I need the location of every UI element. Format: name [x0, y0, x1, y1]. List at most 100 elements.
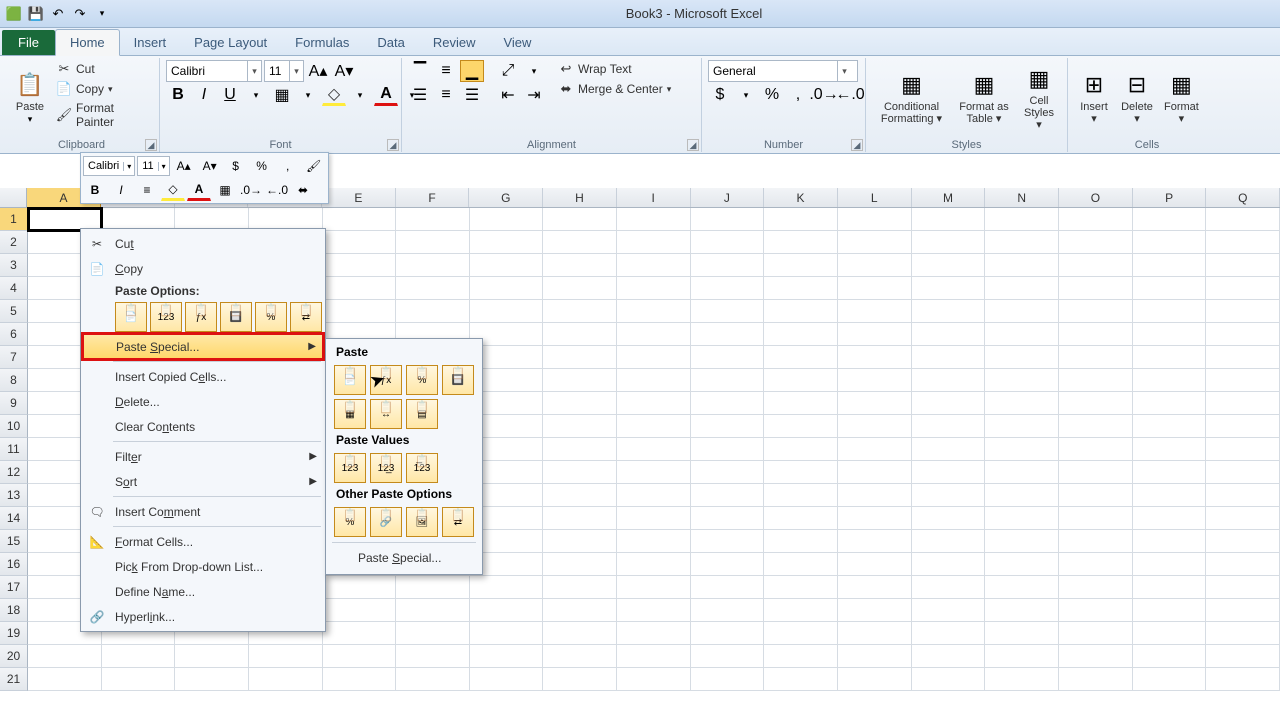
- save-icon[interactable]: 💾: [26, 4, 46, 24]
- cell-N2[interactable]: [985, 231, 1059, 254]
- cell-K9[interactable]: [764, 392, 838, 415]
- tab-home[interactable]: Home: [55, 29, 120, 56]
- row-header-13[interactable]: 13: [0, 484, 28, 507]
- orientation-dd[interactable]: ▾: [522, 60, 546, 82]
- cell-K19[interactable]: [764, 622, 838, 645]
- col-header-N[interactable]: N: [985, 188, 1059, 207]
- cell-I19[interactable]: [617, 622, 691, 645]
- sub-paste-special-dialog[interactable]: Paste Special...: [330, 546, 478, 570]
- cell-L4[interactable]: [838, 277, 912, 300]
- cell-K2[interactable]: [764, 231, 838, 254]
- ctx-clear-contents[interactable]: Clear Contents: [83, 414, 323, 439]
- sub-other-3[interactable]: ⇄: [442, 507, 474, 537]
- cell-P13[interactable]: [1133, 484, 1207, 507]
- cell-E4[interactable]: [323, 277, 397, 300]
- cell-H15[interactable]: [543, 530, 617, 553]
- cell-N14[interactable]: [985, 507, 1059, 530]
- cell-Q10[interactable]: [1206, 415, 1280, 438]
- col-header-M[interactable]: M: [912, 188, 986, 207]
- cell-Q18[interactable]: [1206, 599, 1280, 622]
- cell-G4[interactable]: [470, 277, 544, 300]
- row-header-19[interactable]: 19: [0, 622, 28, 645]
- cell-O12[interactable]: [1059, 461, 1133, 484]
- cell-K13[interactable]: [764, 484, 838, 507]
- cell-L7[interactable]: [838, 346, 912, 369]
- cell-K12[interactable]: [764, 461, 838, 484]
- cell-G2[interactable]: [470, 231, 544, 254]
- col-header-Q[interactable]: Q: [1206, 188, 1280, 207]
- sub-paste-b-2[interactable]: ▤: [406, 399, 438, 429]
- cell-K1[interactable]: [764, 208, 838, 231]
- cell-Q12[interactable]: [1206, 461, 1280, 484]
- cell-L11[interactable]: [838, 438, 912, 461]
- cell-G18[interactable]: [470, 599, 544, 622]
- cell-M2[interactable]: [912, 231, 986, 254]
- align-top-button[interactable]: ▔: [408, 60, 432, 82]
- row-header-21[interactable]: 21: [0, 668, 28, 691]
- cell-O11[interactable]: [1059, 438, 1133, 461]
- cell-O19[interactable]: [1059, 622, 1133, 645]
- col-header-K[interactable]: K: [764, 188, 838, 207]
- cell-N3[interactable]: [985, 254, 1059, 277]
- cell-L21[interactable]: [838, 668, 912, 691]
- cell-L19[interactable]: [838, 622, 912, 645]
- redo-icon[interactable]: ↷: [70, 4, 90, 24]
- excel-icon[interactable]: 🟩: [4, 4, 24, 24]
- row-header-9[interactable]: 9: [0, 392, 28, 415]
- cell-F19[interactable]: [396, 622, 470, 645]
- row-header-10[interactable]: 10: [0, 415, 28, 438]
- cell-K14[interactable]: [764, 507, 838, 530]
- cell-L17[interactable]: [838, 576, 912, 599]
- row-header-11[interactable]: 11: [0, 438, 28, 461]
- sub-paste-0[interactable]: 📄: [334, 365, 366, 395]
- cell-J6[interactable]: [691, 323, 765, 346]
- cell-L8[interactable]: [838, 369, 912, 392]
- sub-paste-2[interactable]: %: [406, 365, 438, 395]
- col-header-H[interactable]: H: [543, 188, 617, 207]
- cell-E17[interactable]: [323, 576, 397, 599]
- cell-J8[interactable]: [691, 369, 765, 392]
- row-header-2[interactable]: 2: [0, 231, 28, 254]
- cell-L16[interactable]: [838, 553, 912, 576]
- cell-K20[interactable]: [764, 645, 838, 668]
- cell-F20[interactable]: [396, 645, 470, 668]
- cell-Q7[interactable]: [1206, 346, 1280, 369]
- cell-N11[interactable]: [985, 438, 1059, 461]
- cell-J9[interactable]: [691, 392, 765, 415]
- sub-paste-1[interactable]: ƒx: [370, 365, 402, 395]
- cell-L20[interactable]: [838, 645, 912, 668]
- cell-D21[interactable]: [249, 668, 323, 691]
- cell-I12[interactable]: [617, 461, 691, 484]
- col-header-J[interactable]: J: [691, 188, 765, 207]
- cell-J3[interactable]: [691, 254, 765, 277]
- cell-K6[interactable]: [764, 323, 838, 346]
- cell-H20[interactable]: [543, 645, 617, 668]
- cell-Q5[interactable]: [1206, 300, 1280, 323]
- cell-M19[interactable]: [912, 622, 986, 645]
- cell-L12[interactable]: [838, 461, 912, 484]
- cell-P10[interactable]: [1133, 415, 1207, 438]
- tab-view[interactable]: View: [489, 30, 545, 55]
- sub-value-1[interactable]: 12̲3: [370, 453, 402, 483]
- cell-J14[interactable]: [691, 507, 765, 530]
- alignment-dialog-launcher[interactable]: ◢: [687, 139, 699, 151]
- cell-H2[interactable]: [543, 231, 617, 254]
- cell-Q1[interactable]: [1206, 208, 1280, 231]
- cell-O5[interactable]: [1059, 300, 1133, 323]
- cell-P19[interactable]: [1133, 622, 1207, 645]
- align-right-button[interactable]: ☰: [460, 84, 484, 106]
- format-painter-button[interactable]: 🖌Format Painter: [53, 100, 153, 130]
- cell-K17[interactable]: [764, 576, 838, 599]
- cell-F5[interactable]: [396, 300, 470, 323]
- paste-option-2[interactable]: ƒx: [185, 302, 217, 332]
- row-header-17[interactable]: 17: [0, 576, 28, 599]
- align-left-button[interactable]: ☰: [408, 84, 432, 106]
- cell-M11[interactable]: [912, 438, 986, 461]
- cell-N21[interactable]: [985, 668, 1059, 691]
- row-header-16[interactable]: 16: [0, 553, 28, 576]
- cell-E21[interactable]: [323, 668, 397, 691]
- cell-O8[interactable]: [1059, 369, 1133, 392]
- cell-P6[interactable]: [1133, 323, 1207, 346]
- ctx-delete[interactable]: Delete...: [83, 389, 323, 414]
- cell-M12[interactable]: [912, 461, 986, 484]
